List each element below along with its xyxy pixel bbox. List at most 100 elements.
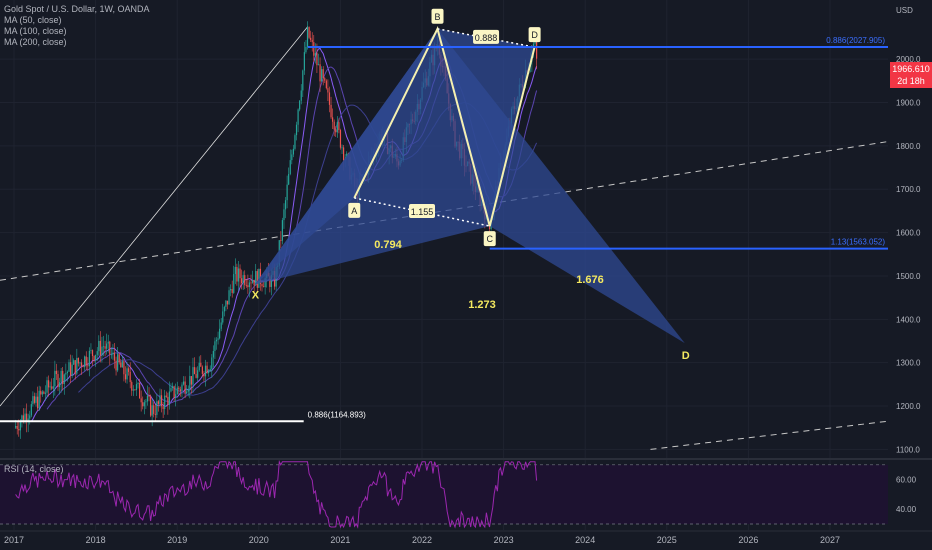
candle-body bbox=[219, 328, 221, 339]
candle-body bbox=[204, 365, 207, 377]
candle-body bbox=[99, 340, 101, 356]
candle-body bbox=[85, 356, 87, 366]
candle-body bbox=[93, 356, 95, 361]
candle-body bbox=[58, 382, 61, 388]
candle-body bbox=[317, 64, 320, 66]
candle-body bbox=[338, 122, 340, 131]
candle-body bbox=[71, 364, 73, 376]
ratio-label: 1.676 bbox=[576, 274, 604, 286]
candle-body bbox=[234, 266, 236, 275]
candle-body bbox=[233, 274, 235, 293]
candle-body bbox=[214, 341, 216, 352]
candle-body bbox=[253, 279, 255, 286]
candle-body bbox=[187, 388, 189, 392]
candle-body bbox=[208, 370, 210, 373]
candle-body bbox=[231, 289, 233, 293]
year-tick: 2022 bbox=[412, 535, 432, 545]
price-tick: 1200.0 bbox=[896, 402, 921, 411]
candle-body bbox=[324, 78, 326, 81]
candle-body bbox=[244, 275, 246, 286]
candle-body bbox=[247, 285, 249, 288]
price-tick: 1300.0 bbox=[896, 359, 921, 368]
candle-body bbox=[54, 370, 56, 387]
candle-body bbox=[242, 275, 244, 284]
ratio-label: 1.273 bbox=[468, 299, 496, 311]
candle-body bbox=[181, 384, 183, 391]
candle-body bbox=[215, 339, 218, 342]
candle-body bbox=[341, 147, 343, 149]
candle-body bbox=[333, 121, 335, 130]
candle-body bbox=[536, 39, 538, 59]
price-tick: 1800.0 bbox=[896, 142, 921, 151]
candle-body bbox=[325, 80, 327, 89]
ma200-label[interactable]: MA (200, close) bbox=[4, 37, 150, 48]
candle-body bbox=[248, 282, 251, 288]
currency-label: USD bbox=[896, 6, 913, 15]
candle-body bbox=[146, 395, 149, 402]
candle-body bbox=[149, 396, 152, 416]
candle-body bbox=[126, 368, 128, 380]
candle-body bbox=[123, 361, 125, 375]
candle-body bbox=[220, 322, 222, 329]
candle-body bbox=[60, 370, 62, 383]
candle-body bbox=[286, 184, 288, 201]
candle-body bbox=[106, 343, 108, 349]
price-tick: 1100.0 bbox=[896, 445, 920, 454]
candle-body bbox=[336, 122, 338, 133]
candle-body bbox=[321, 69, 323, 82]
year-tick: 2018 bbox=[86, 535, 106, 545]
candle-body bbox=[310, 37, 312, 40]
candle-body bbox=[52, 386, 54, 389]
candle-body bbox=[256, 271, 258, 288]
candle-body bbox=[171, 386, 174, 389]
candle-body bbox=[200, 362, 202, 367]
candle-body bbox=[76, 357, 78, 374]
candle-body bbox=[306, 27, 309, 47]
candle-body bbox=[332, 117, 334, 122]
year-tick: 2024 bbox=[575, 535, 595, 545]
candle-body bbox=[189, 376, 191, 389]
candle-body bbox=[88, 350, 90, 367]
candle-body bbox=[193, 367, 196, 375]
candle-body bbox=[280, 240, 282, 241]
candle-body bbox=[30, 404, 32, 416]
candle-body bbox=[327, 88, 329, 93]
candle-body bbox=[211, 357, 213, 369]
candle-body bbox=[339, 130, 342, 148]
candle-body bbox=[195, 374, 197, 378]
price-tick: 1600.0 bbox=[896, 229, 921, 238]
price-tick: 1500.0 bbox=[896, 272, 921, 281]
candle-body bbox=[153, 405, 155, 414]
candle-body bbox=[223, 306, 225, 312]
candle-body bbox=[29, 415, 31, 419]
candle-body bbox=[121, 361, 123, 368]
candle-body bbox=[295, 124, 298, 136]
candle-body bbox=[140, 398, 142, 403]
ma100-label[interactable]: MA (100, close) bbox=[4, 26, 150, 37]
candle-body bbox=[91, 350, 94, 357]
price-chart[interactable]: 0.886(2027.905) 1.13(1563.052) 0.886(1164.… bbox=[0, 0, 932, 550]
candle-body bbox=[190, 376, 192, 385]
candle-body bbox=[182, 381, 185, 385]
symbol-title[interactable]: Gold Spot / U.S. Dollar, 1W, OANDA bbox=[4, 4, 150, 15]
year-tick: 2027 bbox=[820, 535, 840, 545]
candle-body bbox=[18, 428, 20, 431]
candle-body bbox=[179, 389, 182, 391]
candle-body bbox=[292, 148, 294, 155]
candle-body bbox=[300, 90, 302, 101]
price-tick: 1400.0 bbox=[896, 315, 921, 324]
rsi-label[interactable]: RSI (14, close) bbox=[4, 464, 64, 474]
year-tick: 2017 bbox=[4, 535, 24, 545]
candle-body bbox=[112, 352, 114, 355]
candle-body bbox=[228, 290, 230, 305]
candle-body bbox=[236, 266, 238, 282]
candle-body bbox=[109, 341, 111, 355]
candle-body bbox=[157, 401, 160, 404]
candle-body bbox=[145, 401, 147, 403]
last-price-badge: 1966.610 2d 18h bbox=[890, 62, 932, 88]
candle-body bbox=[44, 392, 47, 394]
candle-body bbox=[117, 354, 119, 371]
candle-body bbox=[90, 350, 92, 351]
candle-body bbox=[245, 285, 247, 286]
ma50-label[interactable]: MA (50, close) bbox=[4, 15, 150, 26]
